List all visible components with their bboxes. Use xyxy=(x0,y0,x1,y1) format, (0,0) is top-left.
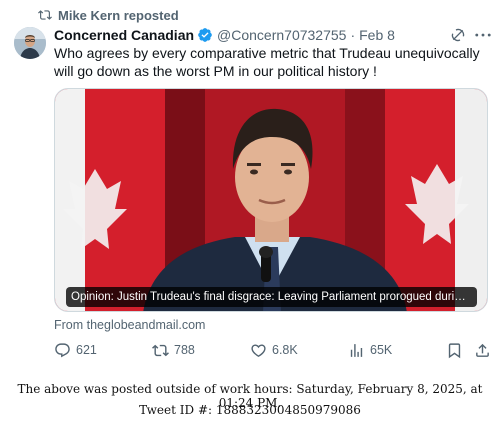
views-icon xyxy=(350,343,363,357)
reply-icon xyxy=(55,342,70,357)
article-photo xyxy=(55,89,487,311)
share-icon xyxy=(476,343,489,357)
display-name[interactable]: Concerned Canadian xyxy=(54,27,194,43)
view-count: 65K xyxy=(370,343,393,357)
bookmark-button[interactable] xyxy=(446,340,463,360)
tweet-text: Who agrees by every comparative metric t… xyxy=(54,45,480,79)
heart-icon xyxy=(251,343,266,357)
verified-badge-icon[interactable] xyxy=(197,27,213,43)
repost-label[interactable]: Mike Kern reposted xyxy=(58,8,179,23)
repost-count: 788 xyxy=(174,343,195,357)
grok-icon[interactable] xyxy=(450,27,466,43)
views-button[interactable]: 65K xyxy=(348,340,392,360)
tweet-date[interactable]: Feb 8 xyxy=(359,27,395,43)
repost-button[interactable]: 788 xyxy=(152,340,195,360)
media-caption[interactable]: Opinion: Justin Trudeau's final disgrace… xyxy=(66,287,477,307)
archive-footer: The above was posted outside of work hou… xyxy=(0,372,500,435)
avatar[interactable] xyxy=(14,27,46,59)
like-button[interactable]: 6.8K xyxy=(250,340,298,360)
link-source[interactable]: From theglobeandmail.com xyxy=(54,318,205,332)
bookmark-icon xyxy=(448,342,461,358)
more-options-icon[interactable] xyxy=(474,27,492,43)
separator: · xyxy=(350,26,356,43)
tweet-id-note: Tweet ID #: 1888323004850979086 xyxy=(139,403,361,417)
like-count: 6.8K xyxy=(272,343,298,357)
share-button[interactable] xyxy=(474,340,491,360)
tweet-header: Concerned Canadian @Concern70732755 · Fe… xyxy=(54,25,395,44)
link-card-image[interactable]: Opinion: Justin Trudeau's final disgrace… xyxy=(54,88,488,312)
repost-indicator: Mike Kern reposted xyxy=(38,7,179,23)
handle[interactable]: @Concern70732755 xyxy=(217,27,346,43)
action-bar: 621 788 6.8K 65K xyxy=(54,340,494,360)
reply-count: 621 xyxy=(76,343,97,357)
reply-button[interactable]: 621 xyxy=(54,340,97,360)
repost-icon xyxy=(38,10,52,20)
tweet-card[interactable]: Mike Kern reposted Concerned Canadian @C… xyxy=(0,0,500,372)
repost-icon xyxy=(152,344,169,356)
